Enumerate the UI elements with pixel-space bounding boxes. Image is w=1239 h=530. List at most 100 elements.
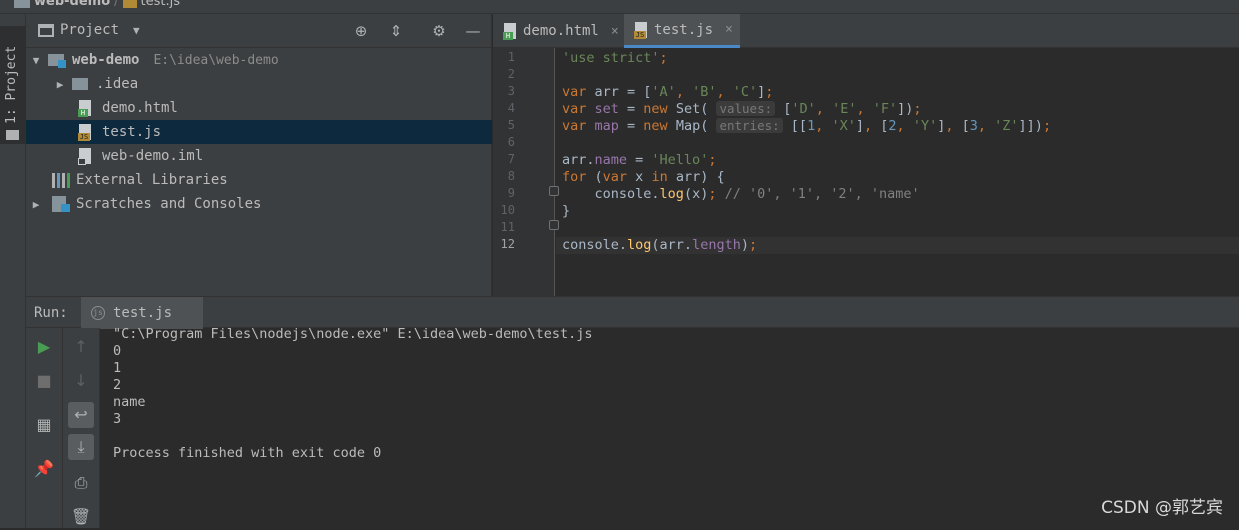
arrow-up-icon[interactable]: ↑ (68, 334, 94, 360)
tree-item-label: .idea (96, 76, 139, 92)
tree-item-external-libraries[interactable]: External Libraries (26, 168, 492, 192)
tree-item-label: demo.html (102, 100, 178, 116)
libraries-icon (52, 172, 70, 188)
console-line: Process finished with exit code 0 (113, 445, 382, 461)
tree-item-label: test.js (102, 124, 162, 140)
code-line-7: arr.name = 'Hello'; (562, 152, 717, 168)
run-tab-label: test.js (113, 305, 173, 321)
folder-icon (14, 0, 30, 8)
project-panel-header: Project ▼ ⊕ ⇕ ⚙ — (26, 14, 492, 48)
html-file-icon: H (503, 23, 517, 40)
minimize-icon[interactable]: — (464, 22, 482, 40)
tree-item-web-demo[interactable]: ▼ web-demo E:\idea\web-demo (26, 48, 492, 72)
run-toolbar: ▶ ■ ▦ 📌 (26, 328, 63, 528)
breadcrumb-project[interactable]: web-demo (34, 0, 110, 9)
layout-icon[interactable]: ▦ (31, 412, 57, 438)
console-line: 1 (113, 360, 122, 376)
tree-item-idea[interactable]: ▶ .idea (26, 72, 492, 96)
run-label: Run: (34, 305, 68, 321)
js-file-icon (122, 0, 137, 8)
js-file-icon: JS (78, 124, 96, 141)
code-line-3: var arr = ['A', 'B', 'C']; (562, 84, 774, 100)
code-line-1: 'use strict'; (562, 50, 668, 66)
nodejs-icon: js (91, 306, 105, 320)
tree-item-test-js[interactable]: JS test.js (26, 120, 492, 144)
tree-item-web-demo-iml[interactable]: web-demo.iml (26, 144, 492, 168)
tree-item-label: Scratches and Consoles (76, 196, 262, 212)
tab-test-js[interactable]: JS test.js × (624, 14, 740, 48)
tree-item-demo-html[interactable]: H demo.html (26, 96, 492, 120)
code-line-8: for (var x in arr) { (562, 169, 725, 185)
print-icon[interactable]: ⎙ (68, 470, 94, 496)
tab-label: demo.html (523, 23, 599, 39)
project-panel: Project ▼ ⊕ ⇕ ⚙ — ▼ web-demo E:\idea\web… (26, 14, 492, 296)
tree-item-scratches[interactable]: ▶ Scratches and Consoles (26, 192, 492, 216)
editor-tabs: H demo.html × JS test.js × (493, 14, 1239, 48)
project-tool-tab[interactable]: 1: Project (0, 26, 26, 144)
tree-item-label: External Libraries (76, 172, 228, 188)
close-icon[interactable]: × (611, 24, 619, 39)
project-view-selector[interactable]: Project ▼ (38, 22, 140, 38)
console-line: name (113, 394, 146, 410)
project-view-icon (38, 23, 54, 37)
chevron-down-icon: ▼ (133, 23, 140, 37)
line-number: 11 (500, 220, 515, 234)
line-number: 9 (507, 186, 515, 200)
watermark: CSDN @郭艺宾 (1101, 498, 1223, 518)
code-editor[interactable]: 'use strict'; var arr = ['A', 'B', 'C'];… (556, 48, 1239, 296)
project-tool-tab-label: 1: Project (4, 45, 19, 124)
code-line-5: var map = new Map( entries: [[1, 'X'], [… (562, 118, 1052, 134)
scroll-to-end-icon[interactable]: ⤓ (68, 434, 94, 460)
console-line: 3 (113, 411, 122, 427)
locate-icon[interactable]: ⊕ (352, 22, 370, 40)
iml-file-icon (78, 148, 96, 165)
console-output[interactable]: "C:\Program Files\nodejs\node.exe" E:\id… (113, 326, 1233, 526)
expand-arrow-icon[interactable]: ▶ (30, 198, 42, 211)
param-hint-values: values: (716, 101, 776, 116)
stop-icon[interactable]: ■ (31, 368, 57, 394)
editor-area: H demo.html × JS test.js × 1 2 3 4 5 6 7… (493, 14, 1239, 296)
trash-icon[interactable]: 🗑 (68, 504, 94, 530)
folder-icon (6, 130, 19, 140)
project-panel-title: Project (60, 22, 120, 38)
module-folder-icon (48, 52, 66, 68)
expand-arrow-icon[interactable]: ▼ (30, 54, 42, 67)
console-line: 0 (113, 343, 122, 359)
line-number: 10 (500, 203, 515, 217)
line-number-current: 12 (500, 237, 515, 251)
tree-item-label: web-demo.iml (102, 148, 204, 164)
rerun-icon[interactable]: ▶ (31, 334, 57, 360)
line-number: 7 (507, 152, 515, 166)
console-line: "C:\Program Files\nodejs\node.exe" E:\id… (113, 326, 593, 342)
line-number: 1 (507, 50, 515, 64)
line-number: 4 (507, 101, 515, 115)
code-line-12: console.log(arr.length); (562, 237, 758, 253)
line-number: 8 (507, 169, 515, 183)
folder-icon (72, 76, 90, 92)
line-number: 5 (507, 118, 515, 132)
console-line: 2 (113, 377, 122, 393)
line-number: 2 (507, 67, 515, 81)
pin-icon[interactable]: 📌 (31, 456, 57, 482)
code-line-9: console.log(x); // '0', '1', '2', 'name' (562, 186, 920, 202)
code-line-10: } (562, 203, 571, 219)
expand-arrow-icon[interactable]: ▶ (54, 78, 66, 91)
tree-item-label: web-demo (72, 52, 140, 68)
left-tool-strip: 1: Project (0, 14, 26, 528)
gear-icon[interactable]: ⚙ (430, 22, 448, 40)
scratches-icon (52, 196, 70, 212)
arrow-down-icon[interactable]: ↓ (68, 368, 94, 394)
collapse-all-icon[interactable]: ⇕ (387, 22, 405, 40)
breadcrumb-file[interactable]: test.js (141, 0, 180, 9)
tab-demo-html[interactable]: H demo.html × (493, 14, 624, 48)
html-file-icon: H (78, 100, 96, 117)
code-line-4: var set = new Set( values: ['D', 'E', 'F… (562, 101, 922, 117)
param-hint-entries: entries: (716, 118, 783, 133)
close-icon[interactable]: × (725, 22, 733, 37)
line-number-gutter: 1 2 3 4 5 6 7 8 9 10 11 12 (493, 48, 559, 296)
breadcrumb: web-demo / test.js (14, 0, 180, 9)
run-tab-test-js[interactable]: js test.js (81, 297, 203, 329)
run-toolbar-secondary: ↑ ↓ ↩ ⤓ ⎙ 🗑 (63, 328, 100, 528)
line-number: 6 (507, 135, 515, 149)
soft-wrap-icon[interactable]: ↩ (68, 402, 94, 428)
